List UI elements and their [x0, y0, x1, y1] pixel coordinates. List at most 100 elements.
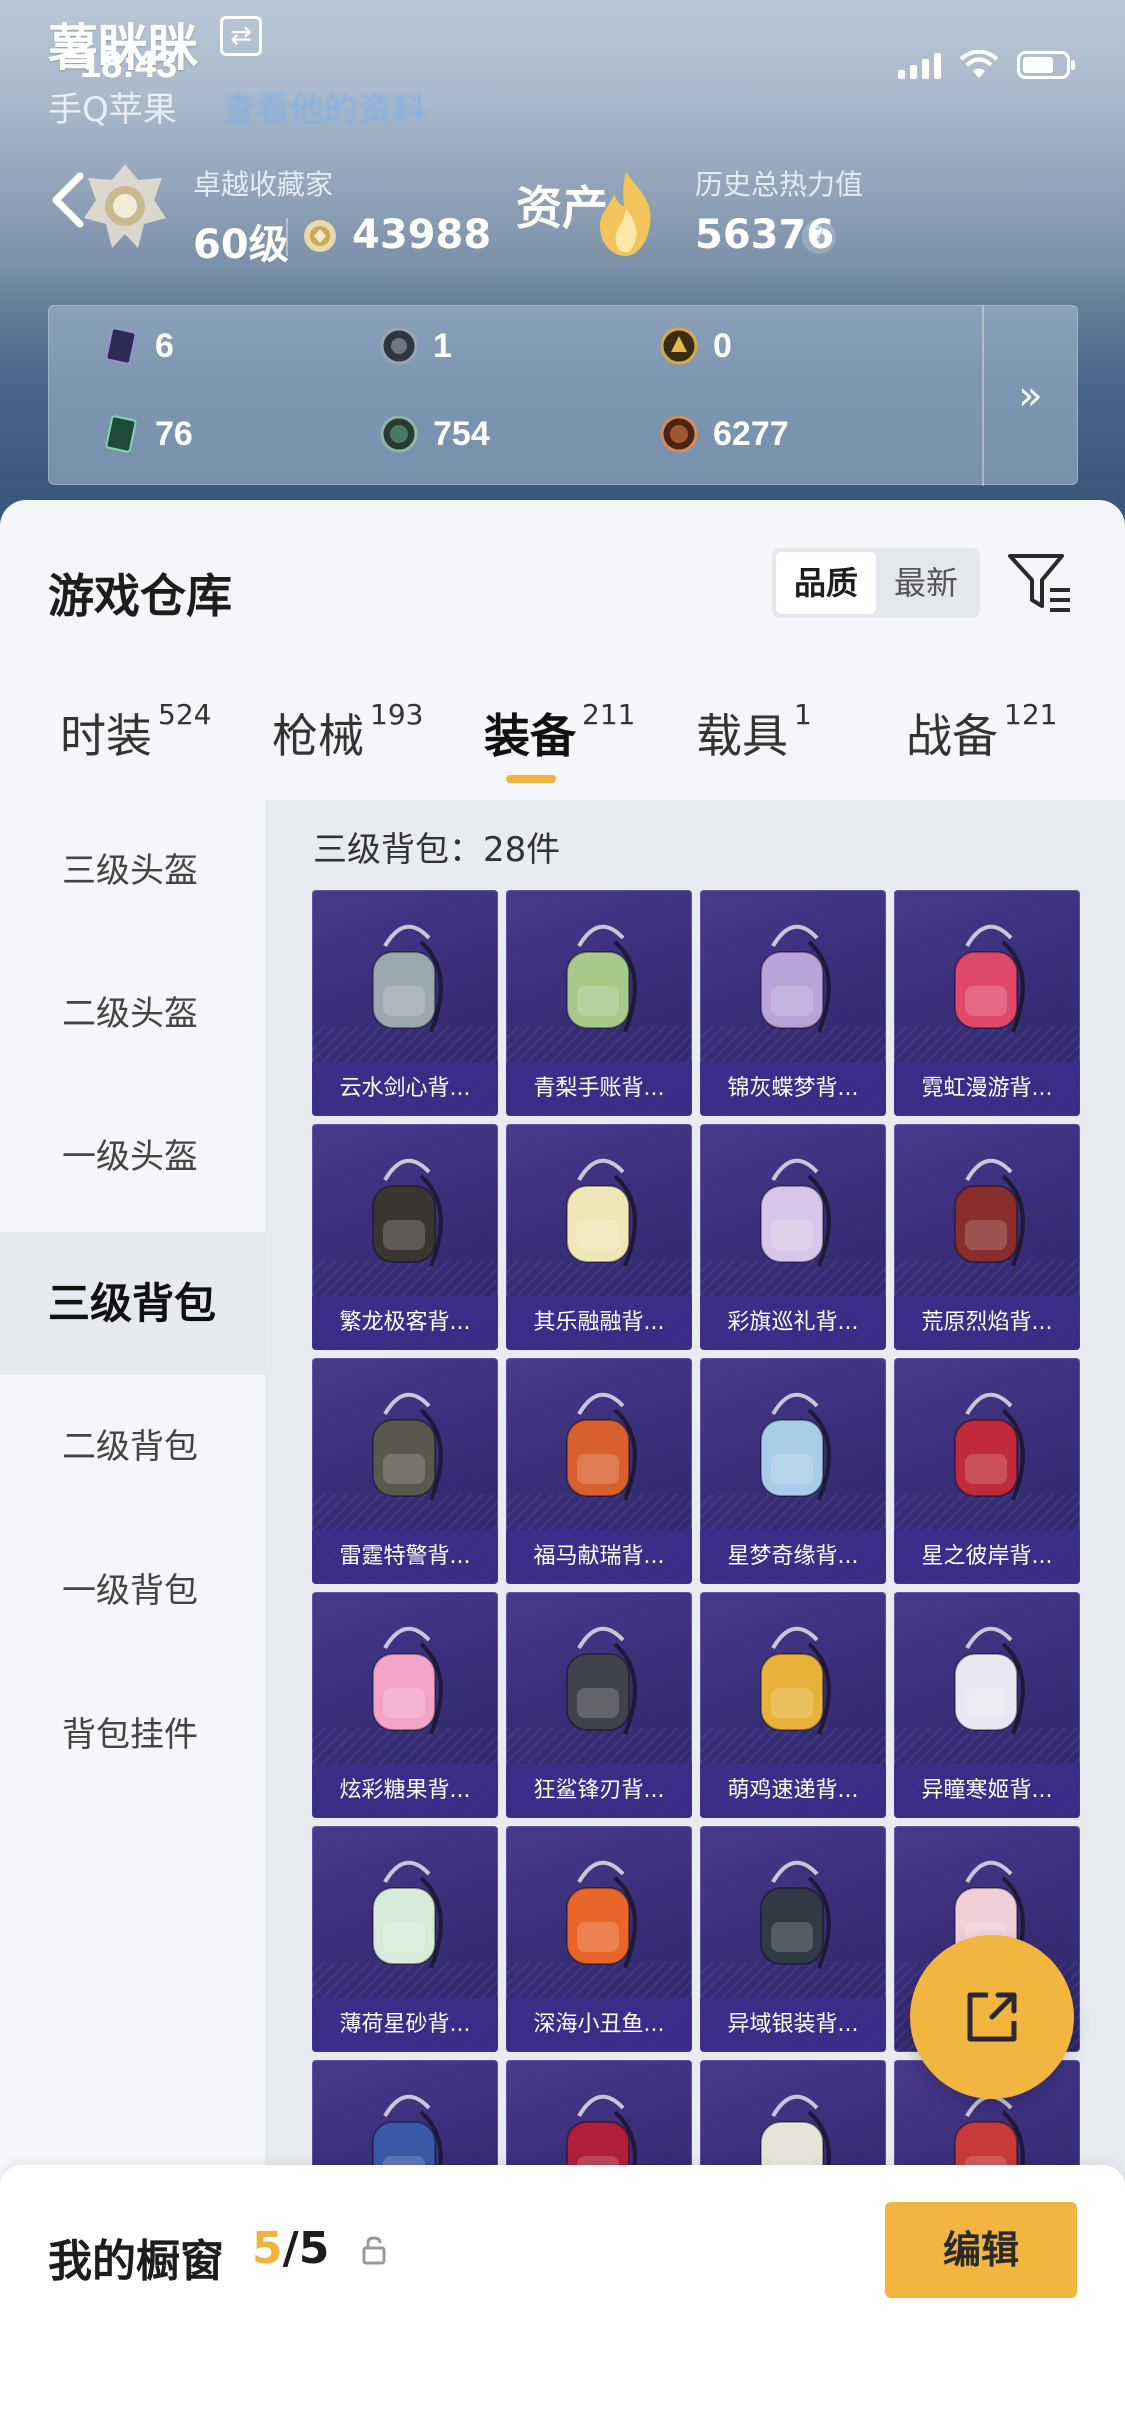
- sort-quality[interactable]: 品质: [776, 552, 876, 614]
- backpack-icon: [760, 1860, 831, 1969]
- item-name: 深海小丑鱼...: [506, 1998, 692, 2052]
- item-name: 福马献瑞背...: [506, 1530, 692, 1584]
- stat-item: 754: [379, 414, 490, 454]
- tab-supplies[interactable]: 战备 121: [906, 698, 1057, 766]
- item-card[interactable]: 炫彩糖果背...: [312, 1592, 498, 1818]
- item-card[interactable]: 彩旗巡礼背...: [700, 1124, 886, 1350]
- sidebar-item-backpack-pendant[interactable]: 背包挂件: [0, 1664, 265, 1807]
- card-icon: [105, 327, 137, 365]
- backpack-icon: [566, 1626, 637, 1735]
- player-level: 60级: [193, 222, 289, 268]
- platform-link[interactable]: 查看他的资料: [222, 82, 426, 131]
- backpack-icon: [760, 1158, 831, 1267]
- item-name: 异域银装背...: [700, 1998, 886, 2052]
- back-arrow-icon[interactable]: [48, 170, 88, 230]
- backpack-icon: [566, 1860, 637, 1969]
- stats-panel: 6 1 0 76 754 6277 »: [48, 305, 1078, 486]
- item-name: 萌鸡速递背...: [700, 1764, 886, 1818]
- item-card[interactable]: 雷霆特警背...: [312, 1358, 498, 1584]
- ring-icon: [380, 327, 418, 365]
- backpack-icon: [760, 1626, 831, 1735]
- coin-value: 43988: [352, 212, 492, 258]
- item-card[interactable]: 其乐融融背...: [506, 1124, 692, 1350]
- collector-title: 卓越收藏家: [193, 168, 334, 201]
- status-icons: [898, 50, 1077, 80]
- item-name: 雷霆特警背...: [312, 1530, 498, 1584]
- backpack-icon: [566, 1158, 637, 1267]
- item-card[interactable]: 锦灰蝶梦背...: [700, 890, 886, 1116]
- tab-vehicles[interactable]: 载具 1: [696, 698, 812, 766]
- warehouse-sheet: 游戏仓库 品质 最新 时装 524 枪械 193 装备 211 载具 1 战备 …: [0, 500, 1125, 2436]
- sidebar-item-backpack-1[interactable]: 一级背包: [0, 1520, 265, 1663]
- heat-title: 历史总热力值: [695, 168, 864, 201]
- sidebar-item-helmet-1[interactable]: 一级头盔: [0, 1086, 265, 1229]
- backpack-icon: [372, 1158, 443, 1267]
- showcase-bar: 我的橱窗 5/5 编辑: [0, 2165, 1125, 2436]
- item-name: 炫彩糖果背...: [312, 1764, 498, 1818]
- tab-fashion[interactable]: 时装 524: [60, 698, 211, 766]
- sidebar-item-backpack-3[interactable]: 三级背包: [0, 1232, 265, 1375]
- sort-newest[interactable]: 最新: [876, 552, 976, 614]
- item-name: 星梦奇缘背...: [700, 1530, 886, 1584]
- bronze-orb-icon: [660, 415, 698, 453]
- item-name: 异瞳寒姬背...: [894, 1764, 1080, 1818]
- sidebar-item-backpack-2[interactable]: 二级背包: [0, 1376, 265, 1519]
- wifi-icon: [959, 50, 999, 80]
- showcase-count: 5/5: [252, 2223, 330, 2274]
- active-tab-indicator: [506, 775, 556, 783]
- item-name: 云水剑心背...: [312, 1062, 498, 1116]
- green-orb-icon: [380, 415, 418, 453]
- sidebar-item-helmet-3[interactable]: 三级头盔: [0, 800, 265, 943]
- edit-showcase-button[interactable]: 编辑: [885, 2202, 1077, 2298]
- share-icon: [967, 1992, 1017, 2042]
- stat-item: 6: [101, 326, 174, 366]
- item-card[interactable]: 萌鸡速递背...: [700, 1592, 886, 1818]
- item-card[interactable]: 云水剑心背...: [312, 890, 498, 1116]
- stats-more-button[interactable]: »: [982, 306, 1077, 486]
- divider: [286, 218, 288, 256]
- item-card[interactable]: 狂鲨锋刃背...: [506, 1592, 692, 1818]
- rank-badge-icon: [84, 164, 166, 248]
- stat-item: 76: [101, 414, 193, 454]
- backpack-icon: [760, 1392, 831, 1501]
- backpack-icon: [372, 924, 443, 1033]
- stat-item: 6277: [659, 414, 789, 454]
- lock-icon: [362, 2236, 386, 2265]
- warehouse-title: 游戏仓库: [48, 569, 232, 623]
- backpack-icon: [566, 1392, 637, 1501]
- help-icon[interactable]: ?: [802, 220, 836, 254]
- tab-equipment[interactable]: 装备 211: [484, 698, 635, 766]
- sort-toggle: 品质 最新: [772, 548, 980, 618]
- item-card[interactable]: 荒原烈焰背...: [894, 1124, 1080, 1350]
- stat-item: 0: [659, 326, 732, 366]
- item-card[interactable]: 青梨手账背...: [506, 890, 692, 1116]
- item-card[interactable]: 福马献瑞背...: [506, 1358, 692, 1584]
- item-name: 繁龙极客背...: [312, 1296, 498, 1350]
- item-name: 荒原烈焰背...: [894, 1296, 1080, 1350]
- item-card[interactable]: 霓虹漫游背...: [894, 890, 1080, 1116]
- item-card[interactable]: 星梦奇缘背...: [700, 1358, 886, 1584]
- item-name: 其乐融融背...: [506, 1296, 692, 1350]
- item-card[interactable]: 深海小丑鱼...: [506, 1826, 692, 2052]
- tab-guns[interactable]: 枪械 193: [272, 698, 423, 766]
- item-name: 薄荷星砂背...: [312, 1998, 498, 2052]
- flame-icon: [600, 172, 651, 256]
- item-card[interactable]: 薄荷星砂背...: [312, 1826, 498, 2052]
- item-card[interactable]: 星之彼岸背...: [894, 1358, 1080, 1584]
- item-card[interactable]: 异域银装背...: [700, 1826, 886, 2052]
- backpack-icon: [954, 924, 1025, 1033]
- backpack-icon: [372, 1860, 443, 1969]
- sidebar-item-helmet-2[interactable]: 二级头盔: [0, 943, 265, 1086]
- status-time: 18:43: [80, 44, 178, 86]
- item-card[interactable]: 繁龙极客背...: [312, 1124, 498, 1350]
- gold-coin-icon: [660, 327, 698, 365]
- item-name: 霓虹漫游背...: [894, 1062, 1080, 1116]
- item-name: 青梨手账背...: [506, 1062, 692, 1116]
- filter-icon[interactable]: [1006, 548, 1074, 616]
- item-card[interactable]: 异瞳寒姬背...: [894, 1592, 1080, 1818]
- share-button[interactable]: [910, 1935, 1074, 2099]
- backpack-icon: [760, 924, 831, 1033]
- category-tabs: 时装 524 枪械 193 装备 211 载具 1 战备 121: [0, 690, 1125, 800]
- switch-account-icon[interactable]: ⇄: [220, 16, 262, 56]
- backpack-icon: [372, 1392, 443, 1501]
